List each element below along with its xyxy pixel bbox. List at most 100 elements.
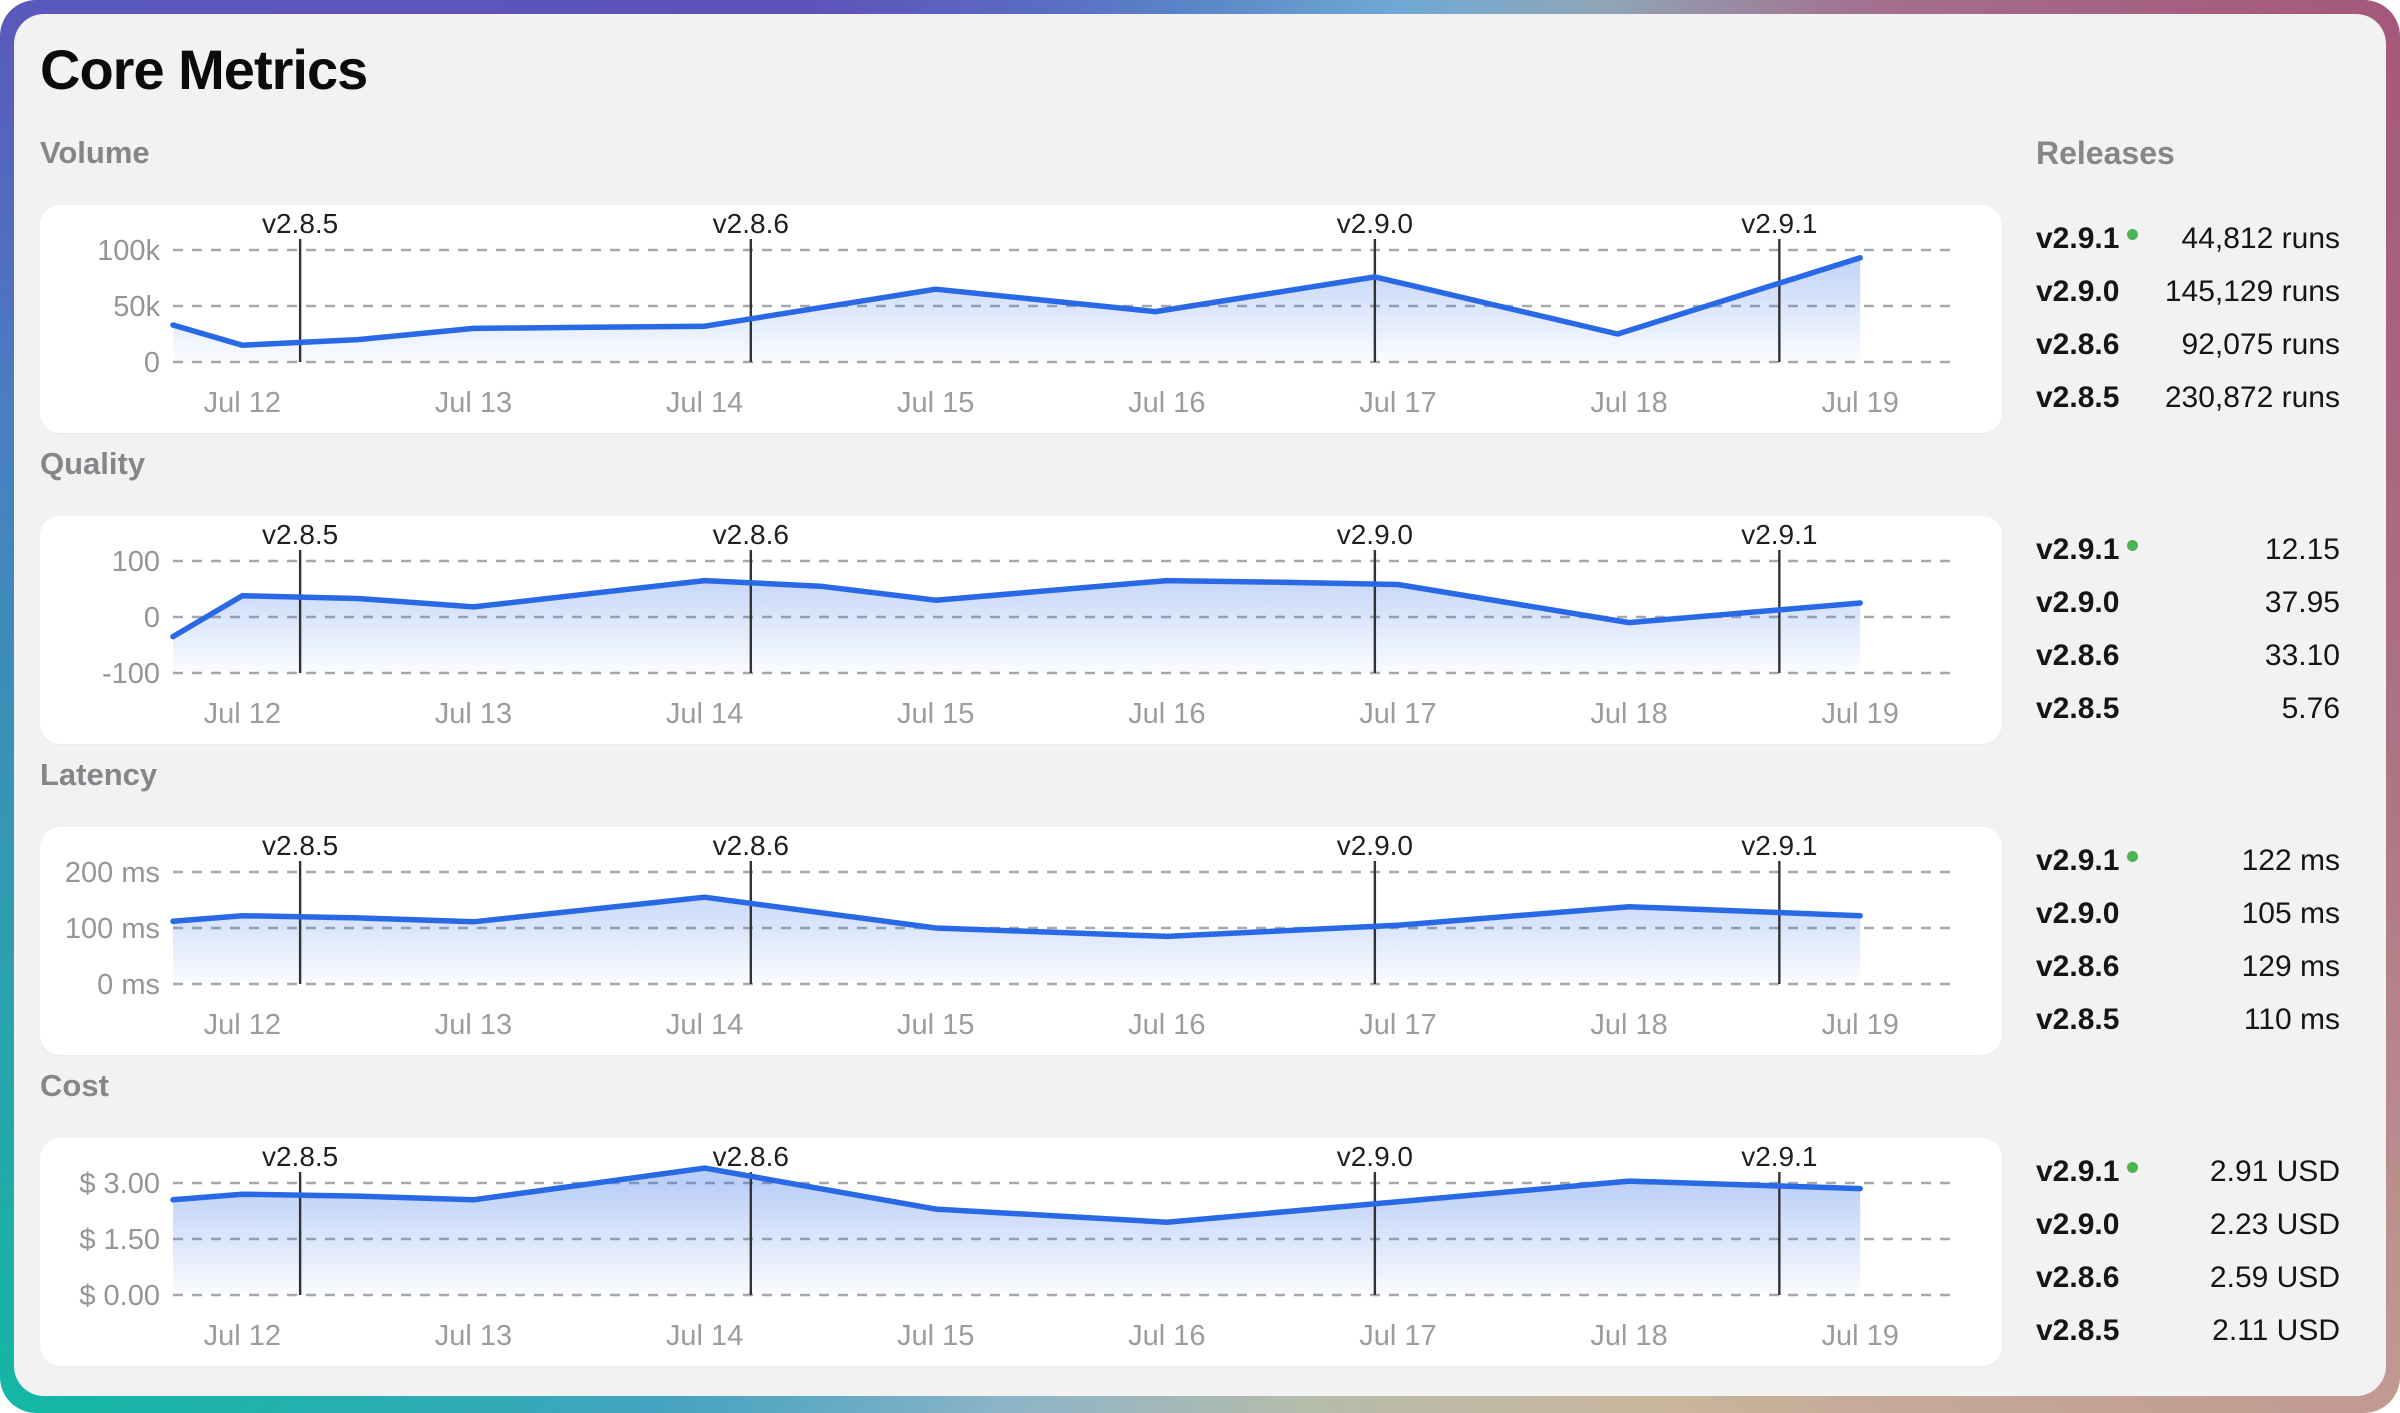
svg-text:Jul 19: Jul 19 xyxy=(1822,387,1899,419)
svg-text:v2.9.1: v2.9.1 xyxy=(1741,208,1817,239)
release-row: v2.9.0 37.95 xyxy=(2022,576,2386,629)
cost-chart[interactable]: $ 3.00$ 1.50$ 0.00Jul 12Jul 13Jul 14Jul … xyxy=(40,1138,2002,1366)
release-version: v2.9.0 xyxy=(2036,1208,2119,1242)
release-row: v2.8.6 2.59 USD xyxy=(2022,1251,2386,1304)
release-row: v2.9.1 2.91 USD xyxy=(2022,1145,2386,1198)
svg-text:Jul 17: Jul 17 xyxy=(1359,1009,1436,1041)
release-value: 37.95 xyxy=(2265,586,2340,620)
svg-text:Jul 13: Jul 13 xyxy=(435,1009,512,1041)
section-cost: Cost $ 3.00$ 1.50$ 0.00Jul 12Jul 13Jul 1… xyxy=(40,1068,2386,1379)
svg-text:Jul 16: Jul 16 xyxy=(1128,698,1205,730)
release-version: v2.9.0 xyxy=(2036,275,2119,309)
release-value: 145,129 runs xyxy=(2165,275,2340,309)
release-row: v2.8.5 2.11 USD xyxy=(2022,1304,2386,1357)
svg-text:v2.9.0: v2.9.0 xyxy=(1337,519,1413,550)
release-version: v2.8.6 xyxy=(2036,950,2119,984)
svg-text:-100: -100 xyxy=(102,658,160,690)
release-version: v2.8.5 xyxy=(2036,1003,2119,1037)
svg-text:0: 0 xyxy=(144,602,160,634)
release-value: 129 ms xyxy=(2242,950,2340,984)
release-version: v2.9.1 xyxy=(2036,1155,2119,1189)
svg-text:v2.9.0: v2.9.0 xyxy=(1337,830,1413,861)
svg-text:Jul 12: Jul 12 xyxy=(204,1320,281,1352)
svg-text:Jul 16: Jul 16 xyxy=(1128,1009,1205,1041)
release-version: v2.8.5 xyxy=(2036,692,2119,726)
cost-section-label: Cost xyxy=(40,1068,2002,1138)
volume-releases-group: v2.9.1 44,812 runs v2.9.0 145,129 runs v… xyxy=(2022,205,2386,433)
svg-text:v2.8.6: v2.8.6 xyxy=(713,1141,789,1172)
release-version: v2.8.6 xyxy=(2036,1261,2119,1295)
svg-text:Jul 16: Jul 16 xyxy=(1128,387,1205,419)
svg-text:$ 0.00: $ 0.00 xyxy=(79,1280,160,1312)
quality-chart[interactable]: 1000-100Jul 12Jul 13Jul 14Jul 15Jul 16Ju… xyxy=(40,516,2002,744)
release-version: v2.8.5 xyxy=(2036,1314,2119,1348)
release-version: v2.8.6 xyxy=(2036,639,2119,673)
volume-chart[interactable]: 100k50k0Jul 12Jul 13Jul 14Jul 15Jul 16Ju… xyxy=(40,205,2002,433)
release-version: v2.8.6 xyxy=(2036,328,2119,362)
core-metrics-card: Core Metrics Volume 100k50k0Jul 12Jul 13… xyxy=(14,14,2386,1396)
svg-text:$ 3.00: $ 3.00 xyxy=(79,1168,160,1200)
volume-section-label: Volume xyxy=(40,135,2002,205)
release-value: 2.91 USD xyxy=(2210,1155,2340,1189)
release-value: 44,812 runs xyxy=(2182,222,2340,256)
section-volume: Volume 100k50k0Jul 12Jul 13Jul 14Jul 15J… xyxy=(40,135,2386,446)
svg-text:50k: 50k xyxy=(113,291,160,323)
svg-text:Jul 19: Jul 19 xyxy=(1822,698,1899,730)
release-row: v2.8.6 33.10 xyxy=(2022,629,2386,682)
svg-text:v2.9.0: v2.9.0 xyxy=(1337,1141,1413,1172)
svg-text:v2.8.5: v2.8.5 xyxy=(262,519,338,550)
svg-text:Jul 14: Jul 14 xyxy=(666,698,743,730)
release-current-dot xyxy=(2127,1162,2138,1173)
svg-text:Jul 14: Jul 14 xyxy=(666,387,743,419)
quality-releases-group: v2.9.1 12.15 v2.9.0 37.95 v2.8.6 33.10 v… xyxy=(2022,516,2386,744)
release-version: v2.9.1 xyxy=(2036,222,2119,256)
release-version: v2.9.1 xyxy=(2036,844,2119,878)
svg-text:v2.8.6: v2.8.6 xyxy=(713,208,789,239)
svg-text:Jul 14: Jul 14 xyxy=(666,1320,743,1352)
release-row: v2.9.1 44,812 runs xyxy=(2022,212,2386,265)
svg-text:100: 100 xyxy=(112,546,160,578)
release-version: v2.9.0 xyxy=(2036,586,2119,620)
release-value: 2.23 USD xyxy=(2210,1208,2340,1242)
svg-text:$ 1.50: $ 1.50 xyxy=(79,1224,160,1256)
cost-chart-card: $ 3.00$ 1.50$ 0.00Jul 12Jul 13Jul 14Jul … xyxy=(40,1138,2002,1366)
releases-panel-header: Releases xyxy=(2022,135,2386,205)
cost-releases-group: v2.9.1 2.91 USD v2.9.0 2.23 USD v2.8.6 2… xyxy=(2022,1138,2386,1366)
release-row: v2.8.5 110 ms xyxy=(2022,993,2386,1046)
svg-text:0 ms: 0 ms xyxy=(97,969,160,1001)
svg-text:Jul 18: Jul 18 xyxy=(1590,1009,1667,1041)
svg-text:Jul 14: Jul 14 xyxy=(666,1009,743,1041)
svg-text:Jul 16: Jul 16 xyxy=(1128,1320,1205,1352)
release-value: 122 ms xyxy=(2242,844,2340,878)
svg-text:v2.9.1: v2.9.1 xyxy=(1741,830,1817,861)
release-row: v2.8.6 92,075 runs xyxy=(2022,318,2386,371)
svg-text:v2.8.5: v2.8.5 xyxy=(262,1141,338,1172)
svg-text:Jul 18: Jul 18 xyxy=(1590,1320,1667,1352)
gradient-backdrop: Core Metrics Volume 100k50k0Jul 12Jul 13… xyxy=(0,0,2400,1413)
svg-text:v2.9.1: v2.9.1 xyxy=(1741,1141,1817,1172)
release-row: v2.9.1 122 ms xyxy=(2022,834,2386,887)
release-row: v2.9.1 12.15 xyxy=(2022,523,2386,576)
svg-text:200 ms: 200 ms xyxy=(65,857,160,889)
volume-chart-card: 100k50k0Jul 12Jul 13Jul 14Jul 15Jul 16Ju… xyxy=(40,205,2002,433)
release-row: v2.9.0 2.23 USD xyxy=(2022,1198,2386,1251)
svg-text:Jul 15: Jul 15 xyxy=(897,698,974,730)
release-version: v2.8.5 xyxy=(2036,381,2119,415)
svg-text:Jul 13: Jul 13 xyxy=(435,387,512,419)
release-value: 92,075 runs xyxy=(2182,328,2340,362)
latency-section-label: Latency xyxy=(40,757,2002,827)
svg-text:Jul 15: Jul 15 xyxy=(897,1009,974,1041)
release-value: 110 ms xyxy=(2244,1003,2340,1037)
release-value: 2.59 USD xyxy=(2210,1261,2340,1295)
release-value: 33.10 xyxy=(2265,639,2340,673)
latency-chart[interactable]: 200 ms100 ms0 msJul 12Jul 13Jul 14Jul 15… xyxy=(40,827,2002,1055)
svg-text:v2.8.5: v2.8.5 xyxy=(262,830,338,861)
quality-section-label: Quality xyxy=(40,446,2002,516)
release-row: v2.8.6 129 ms xyxy=(2022,940,2386,993)
svg-text:Jul 12: Jul 12 xyxy=(204,387,281,419)
svg-text:Jul 17: Jul 17 xyxy=(1359,387,1436,419)
release-value: 5.76 xyxy=(2282,692,2340,726)
page-title: Core Metrics xyxy=(40,14,2002,102)
svg-text:v2.8.6: v2.8.6 xyxy=(713,519,789,550)
svg-text:v2.8.6: v2.8.6 xyxy=(713,830,789,861)
